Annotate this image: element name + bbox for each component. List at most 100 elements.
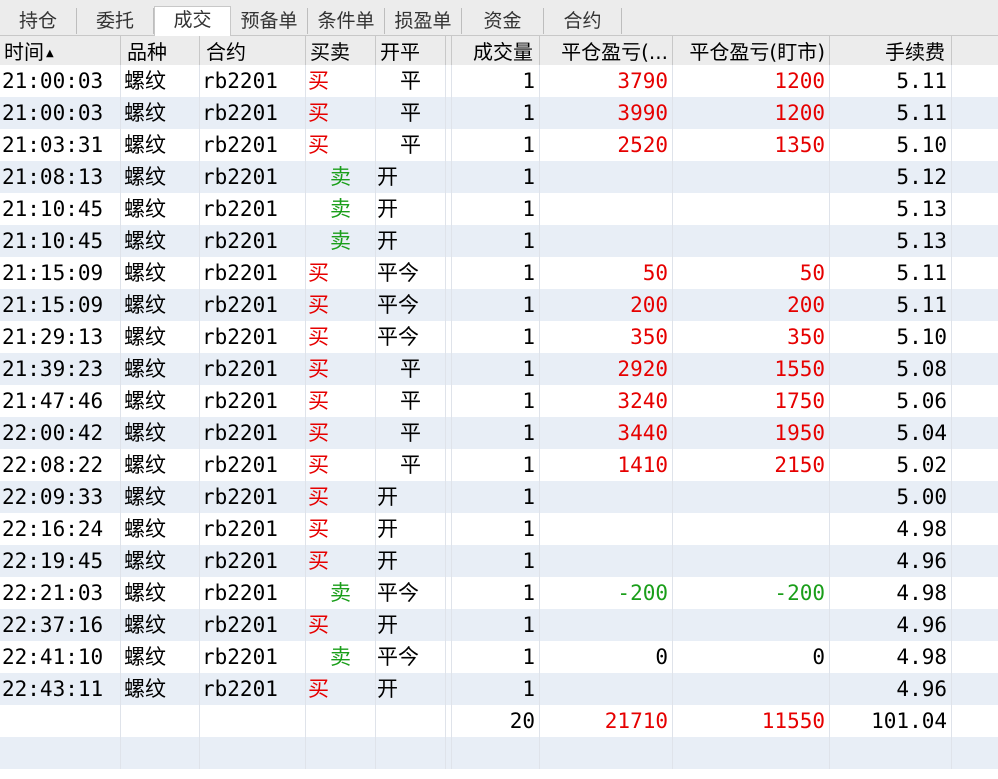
table-row[interactable]: 22:43:11 螺纹 rb2201 买开 1 4.96	[0, 673, 998, 705]
cell-offset: 平今	[376, 289, 446, 321]
cell-fee: 5.10	[830, 321, 952, 353]
cell-side: 买	[306, 257, 376, 289]
tab-trades[interactable]: 成交	[154, 6, 231, 36]
cell-pnl-mtm	[673, 193, 830, 225]
cell-offset	[376, 737, 446, 769]
column-header-side[interactable]: 买卖	[306, 36, 376, 68]
cell-contract: rb2201	[200, 513, 306, 545]
cell-time	[0, 705, 121, 737]
cell-time: 21:47:46	[0, 385, 121, 417]
cell-pnl: 3240	[540, 385, 673, 417]
column-header-fee[interactable]: 手续费	[830, 36, 952, 68]
cell-side: 买	[306, 129, 376, 161]
cell-contract: rb2201	[200, 641, 306, 673]
cell-pnl-mtm	[673, 609, 830, 641]
table-row[interactable]: 21:15:09 螺纹 rb2201 买平今 1 50 50 5.11	[0, 257, 998, 289]
cell-time: 21:00:03	[0, 65, 121, 97]
cell-qty: 1	[452, 481, 540, 513]
cell-pnl	[540, 545, 673, 577]
cell-time: 22:00:42	[0, 417, 121, 449]
column-header-close-pnl-mtm[interactable]: 平仓盈亏(盯市)	[673, 36, 830, 68]
cell-contract: rb2201	[200, 577, 306, 609]
cell-pnl-mtm: 50	[673, 257, 830, 289]
cell-pnl: 21710	[540, 705, 673, 737]
cell-offset: 平	[376, 417, 446, 449]
table-row[interactable]: 21:39:23 螺纹 rb2201 买平 1 2920 1550 5.08	[0, 353, 998, 385]
cell-pnl: 200	[540, 289, 673, 321]
cell-product: 螺纹	[121, 225, 200, 257]
cell-fee: 4.96	[830, 609, 952, 641]
table-row[interactable]: 21:03:31 螺纹 rb2201 买平 1 2520 1350 5.10	[0, 129, 998, 161]
cell-contract: rb2201	[200, 545, 306, 577]
cell-contract	[200, 705, 306, 737]
cell-product: 螺纹	[121, 257, 200, 289]
table-row[interactable]: 22:37:16 螺纹 rb2201 买开 1 4.96	[0, 609, 998, 641]
table-row[interactable]: 21:10:45 螺纹 rb2201 卖开 1 5.13	[0, 225, 998, 257]
empty-row[interactable]	[0, 737, 998, 769]
cell-qty: 1	[452, 673, 540, 705]
cell-pnl-mtm: 1950	[673, 417, 830, 449]
table-row[interactable]: 21:00:03 螺纹 rb2201 买平 1 3990 1200 5.11	[0, 97, 998, 129]
table-row[interactable]: 21:47:46 螺纹 rb2201 买平 1 3240 1750 5.06	[0, 385, 998, 417]
column-header-time[interactable]: 时间 ▲	[0, 36, 121, 68]
column-header-offset[interactable]: 开平	[376, 36, 446, 68]
tab-orders[interactable]: 委托	[77, 8, 154, 34]
table-row[interactable]: 22:41:10 螺纹 rb2201 卖平今 1 0 0 4.98	[0, 641, 998, 673]
cell-fee: 5.00	[830, 481, 952, 513]
cell-product	[121, 737, 200, 769]
column-header-close-pnl[interactable]: 平仓盈亏(...	[540, 36, 673, 68]
cell-offset: 开	[376, 161, 446, 193]
table-row[interactable]: 21:15:09 螺纹 rb2201 买平今 1 200 200 5.11	[0, 289, 998, 321]
table-row[interactable]: 22:00:42 螺纹 rb2201 买平 1 3440 1950 5.04	[0, 417, 998, 449]
table-row[interactable]: 22:16:24 螺纹 rb2201 买开 1 4.98	[0, 513, 998, 545]
tab-stop-orders[interactable]: 损盈单	[385, 8, 462, 34]
table-row[interactable]: 22:21:03 螺纹 rb2201 卖平今 1 -200 -200 4.98	[0, 577, 998, 609]
cell-fee: 5.11	[830, 257, 952, 289]
cell-qty: 20	[452, 705, 540, 737]
cell-fee: 4.96	[830, 673, 952, 705]
cell-contract: rb2201	[200, 225, 306, 257]
column-header-contract[interactable]: 合约	[200, 36, 306, 68]
tab-positions[interactable]: 持仓	[0, 8, 77, 34]
cell-pnl-mtm: 1350	[673, 129, 830, 161]
cell-contract: rb2201	[200, 481, 306, 513]
cell-product: 螺纹	[121, 449, 200, 481]
column-header-product[interactable]: 品种	[121, 36, 200, 68]
table-row[interactable]: 21:10:45 螺纹 rb2201 卖开 1 5.13	[0, 193, 998, 225]
cell-side: 卖	[306, 193, 376, 225]
cell-offset	[376, 705, 446, 737]
cell-product: 螺纹	[121, 321, 200, 353]
tab-funds[interactable]: 资金	[462, 8, 544, 34]
cell-pnl	[540, 737, 673, 769]
cell-side: 买	[306, 97, 376, 129]
totals-row[interactable]: 20 21710 11550 101.04	[0, 705, 998, 737]
table-row[interactable]: 22:08:22 螺纹 rb2201 买平 1 1410 2150 5.02	[0, 449, 998, 481]
column-header-volume[interactable]: 成交量	[452, 36, 540, 68]
cell-qty: 1	[452, 321, 540, 353]
cell-pnl: 3790	[540, 65, 673, 97]
cell-side: 买	[306, 609, 376, 641]
tab-prepared-orders[interactable]: 预备单	[231, 8, 308, 34]
cell-offset: 开	[376, 225, 446, 257]
cell-offset: 平	[376, 353, 446, 385]
cell-offset: 平	[376, 385, 446, 417]
cell-pnl	[540, 609, 673, 641]
cell-side: 买	[306, 449, 376, 481]
table-row[interactable]: 22:09:33 螺纹 rb2201 买开 1 5.00	[0, 481, 998, 513]
tab-contracts[interactable]: 合约	[544, 8, 622, 34]
cell-contract: rb2201	[200, 129, 306, 161]
cell-offset: 平今	[376, 257, 446, 289]
cell-fee: 5.04	[830, 417, 952, 449]
table-row[interactable]: 21:08:13 螺纹 rb2201 卖开 1 5.12	[0, 161, 998, 193]
cell-pnl-mtm: 1200	[673, 65, 830, 97]
cell-time	[0, 737, 121, 769]
cell-contract	[200, 737, 306, 769]
table-row[interactable]: 21:00:03 螺纹 rb2201 买平 1 3790 1200 5.11	[0, 65, 998, 97]
table-row[interactable]: 22:19:45 螺纹 rb2201 买开 1 4.96	[0, 545, 998, 577]
table-row[interactable]: 21:29:13 螺纹 rb2201 买平今 1 350 350 5.10	[0, 321, 998, 353]
cell-pnl: 2920	[540, 353, 673, 385]
tab-conditional-orders[interactable]: 条件单	[308, 8, 385, 34]
cell-contract: rb2201	[200, 193, 306, 225]
cell-side: 买	[306, 289, 376, 321]
cell-product: 螺纹	[121, 289, 200, 321]
